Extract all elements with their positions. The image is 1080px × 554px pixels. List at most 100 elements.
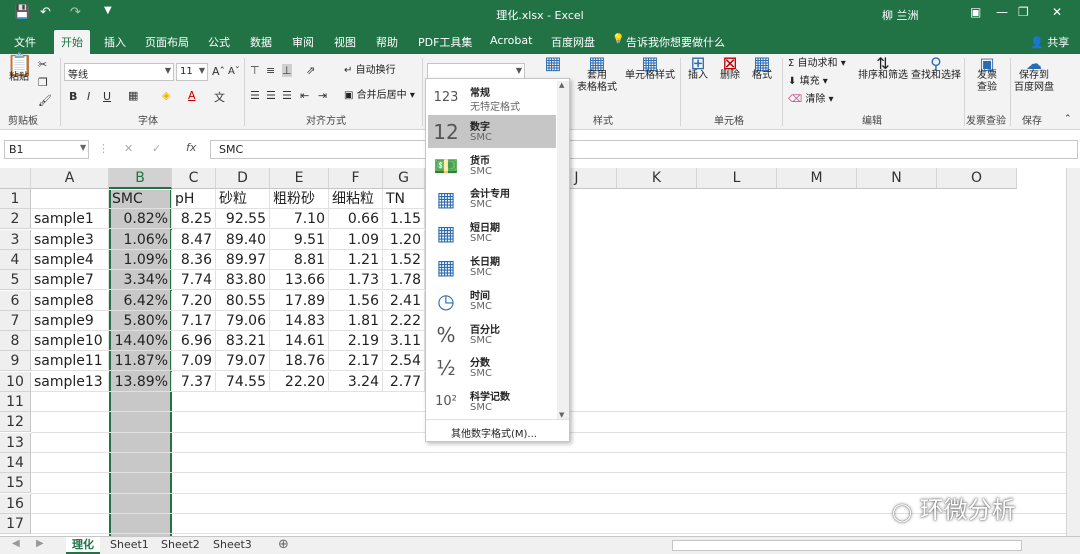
row-header[interactable]: 8 — [0, 331, 31, 352]
cell-g3[interactable]: 1.20 — [383, 229, 425, 250]
cell-g4[interactable]: 1.52 — [383, 249, 425, 270]
cell-e2[interactable]: 7.10 — [270, 209, 329, 230]
cell-a8[interactable]: sample10 — [31, 331, 109, 352]
cell-f3[interactable]: 1.09 — [329, 229, 383, 250]
copy-icon[interactable]: ❐ — [38, 76, 48, 89]
bold-icon[interactable]: B — [69, 90, 77, 103]
tab-acrobat[interactable]: Acrobat — [490, 34, 532, 47]
cell-a7[interactable]: sample9 — [31, 310, 109, 331]
share-button[interactable]: 👤 共享 — [1030, 34, 1069, 50]
cell-d1[interactable]: 砂粒 — [216, 189, 270, 209]
format-option[interactable]: ◷ 时间 SMC — [428, 284, 556, 317]
cell-b10[interactable]: 13.89% — [109, 371, 172, 392]
cell-g2[interactable]: 1.15 — [383, 209, 425, 230]
phonetic-icon[interactable]: 文 — [214, 89, 225, 105]
row-header[interactable]: 10 — [0, 371, 31, 392]
insert-function-icon[interactable]: fx — [186, 141, 196, 154]
column-header-k[interactable]: K — [617, 168, 697, 189]
decrease-indent-icon[interactable]: ⇤ — [300, 89, 309, 102]
cell-d2[interactable]: 92.55 — [216, 209, 270, 230]
cell-a5[interactable]: sample7 — [31, 270, 109, 291]
cell-a6[interactable]: sample8 — [31, 290, 109, 311]
cell-d9[interactable]: 79.07 — [216, 351, 270, 372]
column-header-c[interactable]: C — [172, 168, 216, 189]
cell-a1[interactable] — [31, 189, 109, 209]
row-header[interactable]: 3 — [0, 229, 31, 250]
find-select-button[interactable]: ⚲ 查找和选择 — [910, 56, 962, 82]
vertical-scrollbar[interactable] — [1066, 168, 1080, 538]
cell-c9[interactable]: 7.09 — [172, 351, 216, 372]
invoice-check-button[interactable]: ▣ 发票 查验 — [970, 56, 1004, 94]
align-left-icon[interactable]: ☰ — [250, 89, 260, 102]
tab-review[interactable]: 审阅 — [292, 34, 314, 50]
column-header-o[interactable]: O — [937, 168, 1017, 189]
tab-view[interactable]: 视图 — [334, 34, 356, 50]
format-option[interactable]: ▦ 长日期 SMC — [428, 250, 556, 283]
cell-g8[interactable]: 3.11 — [383, 331, 425, 352]
conditional-format-button[interactable]: ▦ — [538, 55, 568, 73]
row-header[interactable]: 4 — [0, 249, 31, 270]
underline-icon[interactable]: U — [103, 90, 111, 103]
minimize-icon[interactable]: — — [996, 5, 1008, 19]
tab-home[interactable]: 开始 — [54, 30, 90, 54]
format-as-table-button[interactable]: ▦ 套用 表格格式 — [572, 55, 622, 94]
cell-f8[interactable]: 2.19 — [329, 331, 383, 352]
align-top-icon[interactable]: ⊤ — [250, 64, 260, 77]
sheet-tab-lihua[interactable]: 理化 — [66, 537, 100, 554]
row-header[interactable]: 11 — [0, 392, 31, 412]
format-cells-button[interactable]: ▦ 格式 — [748, 55, 776, 82]
format-option[interactable]: ▦ 短日期 SMC — [428, 216, 556, 249]
row-header[interactable]: 17 — [0, 513, 31, 534]
cell-e6[interactable]: 17.89 — [270, 290, 329, 311]
sheet-tab-sheet2[interactable]: Sheet2 — [155, 537, 206, 554]
tell-me-search[interactable]: 告诉我你想要做什么 — [626, 34, 725, 50]
column-header-l[interactable]: L — [697, 168, 777, 189]
paste-button[interactable]: 📋 粘贴 — [6, 55, 33, 84]
align-middle-icon[interactable]: ≡ — [266, 64, 275, 77]
add-sheet-icon[interactable]: ⊕ — [278, 537, 289, 552]
row-header[interactable]: 2 — [0, 209, 31, 230]
align-right-icon[interactable]: ☰ — [282, 89, 292, 102]
horizontal-scrollbar[interactable] — [672, 540, 1022, 551]
row-header[interactable]: 6 — [0, 290, 31, 311]
cell-e7[interactable]: 14.83 — [270, 310, 329, 331]
column-header-b[interactable]: B — [109, 168, 172, 189]
cell-f5[interactable]: 1.73 — [329, 270, 383, 291]
cell-e3[interactable]: 9.51 — [270, 229, 329, 250]
collapse-ribbon-icon[interactable]: ⌃ — [1064, 114, 1072, 124]
cell-b6[interactable]: 6.42% — [109, 290, 172, 311]
scroll-down-icon[interactable]: ▼ — [559, 411, 564, 419]
scroll-left-icon[interactable]: ◀ — [12, 538, 20, 549]
cell-d10[interactable]: 74.55 — [216, 371, 270, 392]
column-header-a[interactable]: A — [31, 168, 109, 189]
cut-icon[interactable]: ✂ — [38, 58, 47, 71]
cell-g6[interactable]: 2.41 — [383, 290, 425, 311]
cell-f9[interactable]: 2.17 — [329, 351, 383, 372]
cell-b5[interactable]: 3.34% — [109, 270, 172, 291]
row-header[interactable]: 1 — [0, 189, 31, 209]
row-header[interactable]: 9 — [0, 351, 31, 372]
dropdown-scrollbar[interactable]: ▲ ▼ — [557, 81, 569, 419]
tab-pdf-tools[interactable]: PDF工具集 — [418, 34, 472, 50]
row-header[interactable]: 15 — [0, 473, 31, 494]
column-header-e[interactable]: E — [270, 168, 329, 189]
cell-c1[interactable]: pH — [172, 189, 216, 209]
select-all-corner[interactable] — [0, 168, 31, 189]
cell-b3[interactable]: 1.06% — [109, 229, 172, 250]
column-header-d[interactable]: D — [216, 168, 270, 189]
orientation-icon[interactable]: ⇗ — [306, 64, 315, 77]
column-header-n[interactable]: N — [857, 168, 937, 189]
tab-formulas[interactable]: 公式 — [208, 34, 230, 50]
cell-e9[interactable]: 18.76 — [270, 351, 329, 372]
tab-data[interactable]: 数据 — [250, 34, 272, 50]
sheet-tab-sheet3[interactable]: Sheet3 — [207, 537, 258, 554]
column-header-f[interactable]: F — [329, 168, 383, 189]
format-option[interactable]: ½ 分数 SMC — [428, 351, 556, 384]
cell-g5[interactable]: 1.78 — [383, 270, 425, 291]
sort-filter-button[interactable]: ⇅ 排序和筛选 — [856, 56, 910, 82]
cell-b7[interactable]: 5.80% — [109, 310, 172, 331]
grow-font-icon[interactable]: Aˆ — [212, 65, 225, 78]
format-option[interactable]: 123 常规 无特定格式 — [428, 81, 556, 114]
cell-b2[interactable]: 0.82% — [109, 209, 172, 230]
row-header[interactable]: 13 — [0, 432, 31, 453]
